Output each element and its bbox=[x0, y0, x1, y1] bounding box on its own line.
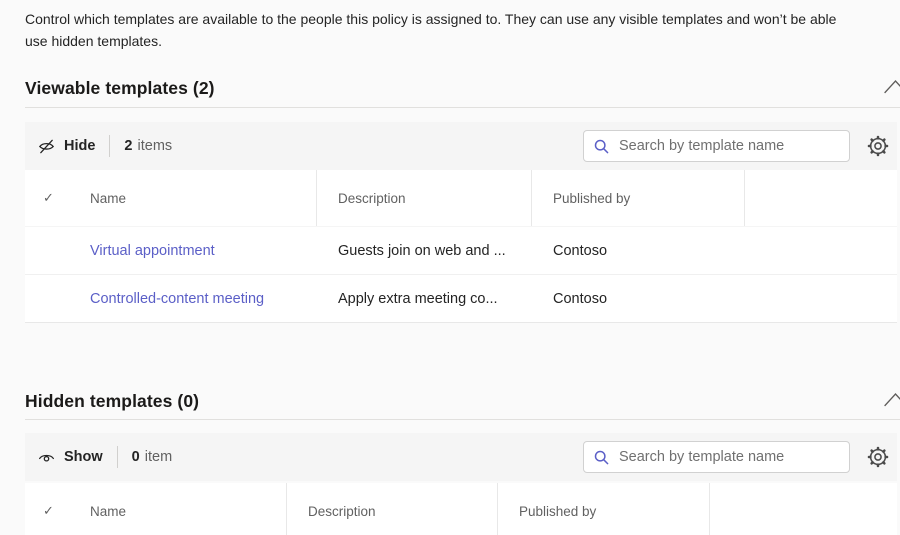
column-header-description[interactable]: Description bbox=[287, 483, 498, 535]
items-count: 0 item bbox=[132, 449, 172, 465]
table-row[interactable]: Controlled-content meeting Apply extra m… bbox=[25, 274, 897, 322]
items-count-value: 0 bbox=[132, 449, 140, 465]
show-button-label: Show bbox=[64, 449, 103, 465]
settings-button[interactable] bbox=[867, 135, 889, 157]
column-header-spacer bbox=[710, 483, 897, 535]
hidden-templates-toolbar: Show 0 item bbox=[25, 433, 897, 481]
table-header-row: ✓ Name Description Published by bbox=[25, 483, 897, 535]
section-divider bbox=[25, 419, 900, 420]
hidden-templates-heading: Hidden templates (0) bbox=[25, 391, 199, 412]
search-input[interactable] bbox=[619, 449, 829, 465]
viewable-templates-table: ✓ Name Description Published by Virtual … bbox=[25, 170, 897, 323]
table-row[interactable]: Virtual appointment Guests join on web a… bbox=[25, 226, 897, 274]
viewable-templates-toolbar: Hide 2 items bbox=[25, 122, 897, 170]
items-count: 2 items bbox=[124, 138, 172, 154]
collapse-section-chevron-icon[interactable] bbox=[884, 79, 900, 94]
table-header-row: ✓ Name Description Published by bbox=[25, 170, 897, 226]
viewable-templates-heading: Viewable templates (2) bbox=[25, 78, 215, 99]
template-search-box bbox=[583, 130, 850, 162]
policy-description-line1: Control which templates are available to… bbox=[25, 9, 899, 31]
collapse-section-chevron-icon[interactable] bbox=[884, 392, 900, 407]
description-cell: Guests join on web and ... bbox=[317, 243, 532, 259]
column-header-description[interactable]: Description bbox=[317, 170, 532, 226]
gear-icon bbox=[867, 135, 889, 157]
toolbar-separator bbox=[109, 135, 110, 157]
items-count-unit: items bbox=[138, 138, 173, 154]
section-divider bbox=[25, 107, 900, 108]
select-all-checkbox[interactable]: ✓ bbox=[25, 170, 69, 226]
eye-off-icon bbox=[37, 137, 56, 156]
settings-button[interactable] bbox=[867, 446, 889, 468]
hide-button[interactable]: Hide bbox=[37, 133, 101, 160]
column-header-published-by[interactable]: Published by bbox=[532, 170, 745, 226]
column-header-name[interactable]: Name bbox=[69, 483, 287, 535]
template-name-link[interactable]: Virtual appointment bbox=[90, 243, 215, 259]
toolbar-separator bbox=[117, 446, 118, 468]
published-by-cell: Contoso bbox=[532, 243, 745, 259]
eye-icon bbox=[37, 448, 56, 467]
column-header-name[interactable]: Name bbox=[69, 170, 317, 226]
template-search-box bbox=[583, 441, 850, 473]
published-by-cell: Contoso bbox=[532, 291, 745, 307]
items-count-value: 2 bbox=[124, 138, 132, 154]
column-header-spacer bbox=[745, 170, 897, 226]
select-all-checkbox[interactable]: ✓ bbox=[25, 483, 69, 535]
template-name-link[interactable]: Controlled-content meeting bbox=[90, 291, 264, 307]
description-cell: Apply extra meeting co... bbox=[317, 291, 532, 307]
show-button[interactable]: Show bbox=[37, 444, 109, 471]
gear-icon bbox=[867, 446, 889, 468]
hide-button-label: Hide bbox=[64, 138, 95, 154]
hidden-templates-table: ✓ Name Description Published by bbox=[25, 483, 897, 535]
search-input[interactable] bbox=[619, 138, 829, 154]
search-icon bbox=[593, 449, 610, 466]
items-count-unit: item bbox=[145, 449, 172, 465]
column-header-published-by[interactable]: Published by bbox=[498, 483, 710, 535]
policy-description-line2: use hidden templates. bbox=[25, 31, 899, 53]
policy-description: Control which templates are available to… bbox=[25, 9, 899, 52]
search-icon bbox=[593, 138, 610, 155]
